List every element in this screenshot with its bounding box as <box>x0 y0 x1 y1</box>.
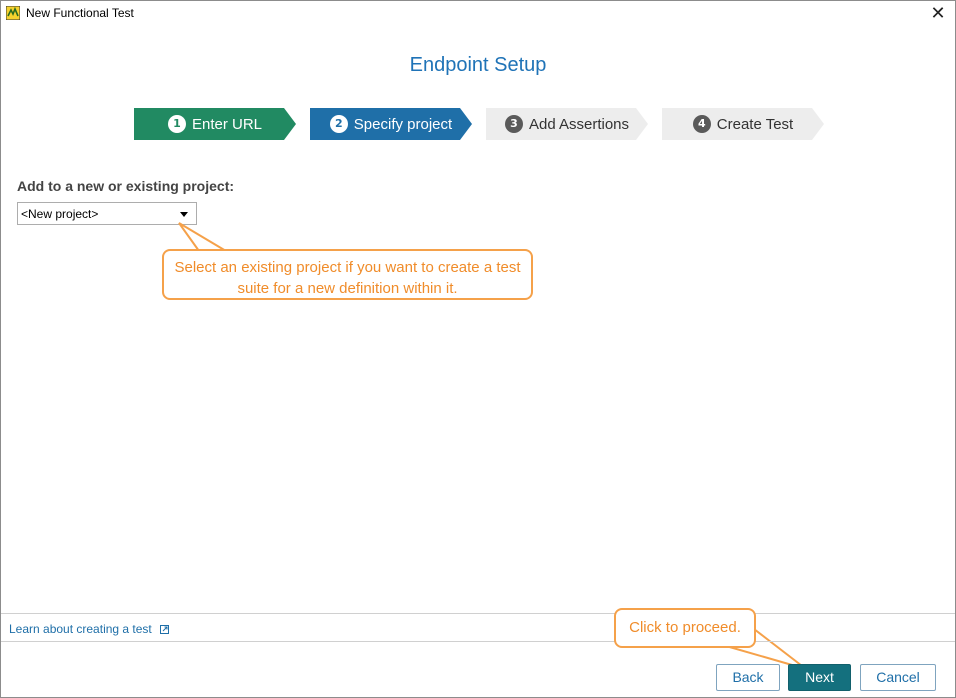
next-button[interactable]: Next <box>788 664 851 691</box>
callout-pointer-project <box>178 222 227 252</box>
callout-pointers <box>178 222 807 670</box>
callout-project-hint: Select an existing project if you want t… <box>162 249 533 300</box>
divider <box>1 613 955 614</box>
cancel-button[interactable]: Cancel <box>860 664 936 691</box>
learn-link[interactable]: Learn about creating a test <box>9 622 170 636</box>
back-button[interactable]: Back <box>716 664 780 691</box>
learn-link-label: Learn about creating a test <box>9 622 152 636</box>
external-link-icon <box>160 625 170 634</box>
dialog-window: New Functional Test ✕ Endpoint Setup 1 E… <box>0 0 956 698</box>
callout-next-hint: Click to proceed. <box>614 608 756 648</box>
divider <box>1 641 955 642</box>
